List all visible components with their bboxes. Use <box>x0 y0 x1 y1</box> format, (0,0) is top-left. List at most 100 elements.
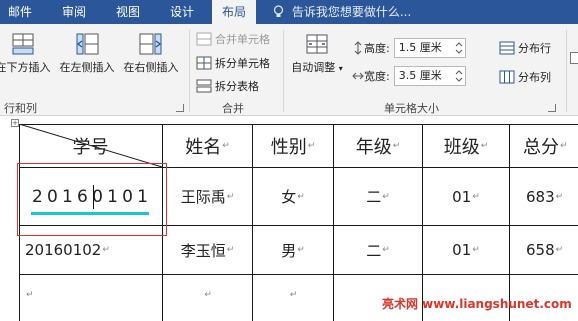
split-cells-icon <box>196 56 212 70</box>
text-underline-highlight <box>31 212 149 215</box>
tab-review[interactable]: 审阅 <box>62 0 86 24</box>
table-header-cell[interactable]: 总分 ↵ <box>510 125 578 167</box>
paragraph-mark-icon: ↵ <box>392 141 401 151</box>
rows-cols-launcher-icon[interactable] <box>176 104 184 112</box>
table-cell[interactable]: 658 ↵ <box>510 226 578 274</box>
column-width-icon <box>352 72 364 80</box>
cell-total: 683 <box>526 187 555 206</box>
tab-design[interactable]: 设计 <box>170 0 194 24</box>
paragraph-mark-icon: ↵ <box>307 141 316 151</box>
table-cell[interactable]: 王际禹 ↵ <box>163 168 252 225</box>
insert-left-icon <box>76 33 99 55</box>
table-cell[interactable]: 01 ↵ <box>423 168 509 225</box>
row-height-icon <box>354 41 362 55</box>
split-table-button[interactable]: 拆分表格 <box>196 76 259 96</box>
header-student-id: 学号 <box>72 137 109 158</box>
document-page: + 学号 姓名↵ 性别↵ 年级↵ 班级↵ 总分↵ 20160101 王际禹↵ 女… <box>0 117 578 321</box>
table-header-cell[interactable]: 性别 ↵ <box>253 125 333 167</box>
height-input[interactable]: 1.5 厘米 <box>393 38 466 58</box>
split-cells-button[interactable]: 拆分单元格 <box>196 53 270 73</box>
paragraph-mark-icon: ↵ <box>560 141 568 151</box>
insert-left-label: 在左侧插入 <box>59 61 115 74</box>
header-total: 总分 <box>523 137 559 158</box>
tab-mailings[interactable]: 邮件 <box>8 0 32 24</box>
table-header-cell[interactable]: 年级 ↵ <box>334 125 422 167</box>
paragraph-mark-icon: ↵ <box>26 290 34 300</box>
paragraph-mark-icon: ↵ <box>472 191 480 202</box>
paragraph-mark-icon: ↵ <box>555 245 564 255</box>
tell-me-text: 告诉我您想要做什么... <box>291 5 412 19</box>
table-header-cell[interactable]: 学号 <box>19 125 162 167</box>
table-cell[interactable]: 李玉恒 ↵ <box>163 226 252 274</box>
text-cursor <box>93 185 94 209</box>
header-name: 姓名 <box>185 137 222 158</box>
paragraph-mark-icon: ↵ <box>472 245 480 255</box>
table-header-cell[interactable]: 姓名 ↵ <box>163 125 252 167</box>
table-header-cell[interactable]: 班级 ↵ <box>423 125 509 167</box>
paragraph-mark-icon: ↵ <box>382 191 390 202</box>
insert-below-button[interactable]: 在下方插入 <box>0 32 52 75</box>
cell-total: 658 <box>526 241 555 259</box>
distribute-cols-label: 分布列 <box>518 71 551 84</box>
insert-right-icon <box>139 33 162 55</box>
cell-name: 王际禹 <box>180 188 226 206</box>
header-gender: 性别 <box>270 137 307 158</box>
height-control: 高度: 1.5 厘米 <box>352 38 466 58</box>
spinner-arrows-icon[interactable] <box>455 41 463 55</box>
width-input[interactable]: 3.5 厘米 <box>393 66 466 86</box>
insert-left-button[interactable]: 在左侧插入 <box>56 32 118 75</box>
table-cell[interactable]: 男 ↵ <box>253 226 333 274</box>
tab-view[interactable]: 视图 <box>116 0 140 24</box>
group-separator <box>283 30 284 112</box>
cell-gender: 男 <box>281 241 297 260</box>
autofit-button[interactable]: 自动调整 ▾ <box>289 32 345 75</box>
chevron-down-icon: ▾ <box>338 64 343 73</box>
insert-below-label: 在下方插入 <box>0 61 51 74</box>
spinner-arrows-icon[interactable] <box>455 69 463 83</box>
cell-name: 李玉恒 <box>180 241 226 260</box>
table-cell[interactable]: 二 ↵ <box>334 226 422 274</box>
table-cell-empty[interactable]: ↵ <box>19 275 162 315</box>
group-separator <box>189 30 190 112</box>
paragraph-mark-icon: ↵ <box>102 245 110 255</box>
split-cells-label: 拆分单元格 <box>215 57 270 70</box>
table-cell[interactable]: 二 ↵ <box>334 168 422 225</box>
cell-student-id: 20160102 <box>25 241 102 259</box>
table-cell[interactable]: 01 ↵ <box>423 226 509 274</box>
tab-layout[interactable]: 布局 <box>212 0 257 24</box>
header-class: 班级 <box>443 137 480 158</box>
height-value: 1.5 厘米 <box>398 41 442 54</box>
alignment-icon[interactable] <box>570 52 578 64</box>
insert-below-icon <box>12 33 34 55</box>
split-table-label: 拆分表格 <box>215 80 259 93</box>
paragraph-mark-icon: ↵ <box>480 141 489 151</box>
ribbon-layout: 在下方插入 在左侧插入 在右侧插入 行和列 合并单元格 拆分单元格 拆分表格 合… <box>0 24 578 116</box>
width-label: 宽度: <box>364 70 390 83</box>
table-move-handle-icon[interactable]: + <box>11 119 19 127</box>
cell-grade: 二 <box>366 241 382 260</box>
cell-class: 01 <box>452 241 472 259</box>
paragraph-mark-icon: ↵ <box>204 290 212 300</box>
insert-right-label: 在右侧插入 <box>123 61 179 74</box>
tell-me-box[interactable]: 告诉我您想要做什么... <box>273 0 411 24</box>
group-separator <box>566 30 567 112</box>
paragraph-mark-icon: ↵ <box>226 191 235 202</box>
table-cell-empty[interactable]: ↵ <box>163 275 252 315</box>
merge-cells-button[interactable]: 合并单元格 <box>196 29 270 49</box>
distribute-rows-icon <box>499 41 515 55</box>
insert-right-button[interactable]: 在右侧插入 <box>120 32 182 75</box>
height-label: 高度: <box>364 42 390 55</box>
table-cell-empty[interactable]: ↵ <box>253 275 333 315</box>
rows-cols-group-label: 行和列 <box>4 102 37 115</box>
merge-group-label: 合并 <box>222 102 244 115</box>
autofit-label: 自动调整 <box>291 61 336 74</box>
cell-size-launcher-icon[interactable] <box>548 104 556 112</box>
paragraph-mark-icon: ↵ <box>297 191 305 202</box>
table-cell[interactable]: 683 ↵ <box>510 168 578 225</box>
header-grade: 年级 <box>355 137 392 158</box>
table-cell[interactable]: 20160102 ↵ <box>19 226 162 274</box>
table-cell[interactable]: 女 ↵ <box>253 168 333 225</box>
distribute-cols-button[interactable]: 分布列 <box>499 67 551 87</box>
distribute-rows-button[interactable]: 分布行 <box>499 38 551 58</box>
cell-grade: 二 <box>366 188 382 206</box>
